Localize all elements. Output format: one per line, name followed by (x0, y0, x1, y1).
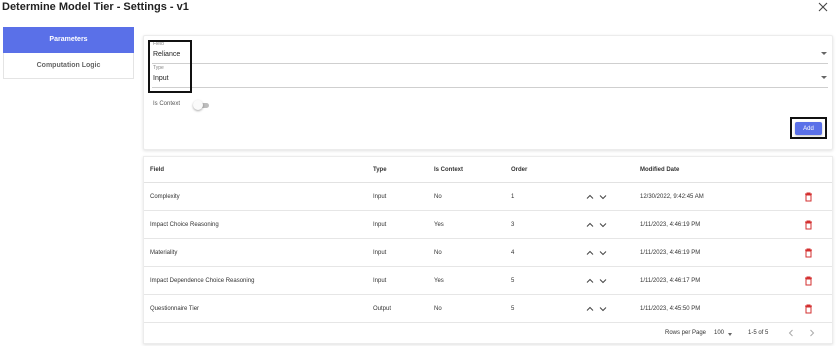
table-row: Impact Choice Reasoning Input Yes 3 1/11… (144, 211, 832, 239)
parameter-form: Field Reliance Type Input Is Context Add (143, 35, 833, 150)
trash-icon[interactable] (804, 192, 813, 202)
chevron-left-icon[interactable] (787, 329, 795, 337)
chevron-down-icon[interactable] (599, 277, 607, 285)
close-icon[interactable] (816, 0, 830, 14)
column-header-order: Order (511, 167, 528, 173)
pagination-range: 1-5 of 5 (748, 330, 769, 336)
annotation-highlight-box: Add (790, 117, 827, 139)
tab-computation-logic[interactable]: Computation Logic (3, 53, 134, 79)
trash-icon[interactable] (804, 220, 813, 230)
chevron-up-icon[interactable] (586, 193, 594, 201)
cell-type: Output (373, 306, 392, 312)
cell-modified-date: 1/11/2023, 4:46:19 PM (640, 250, 701, 256)
chevron-down-icon[interactable] (599, 221, 607, 229)
chevron-up-icon[interactable] (586, 221, 594, 229)
table-row: Impact Dependence Choice Reasoning Input… (144, 267, 832, 295)
trash-icon[interactable] (804, 248, 813, 258)
annotation-highlight-box (148, 40, 192, 93)
chevron-down-icon[interactable] (599, 193, 607, 201)
cell-field: Materiality (150, 250, 178, 256)
add-button[interactable]: Add (795, 122, 822, 135)
cell-modified-date: 12/30/2022, 9:42:45 AM (640, 194, 704, 200)
chevron-up-icon[interactable] (586, 249, 594, 257)
cell-is-context: No (434, 194, 442, 200)
trash-icon[interactable] (804, 276, 813, 286)
dropdown-arrow-icon[interactable] (821, 76, 827, 79)
cell-order: 3 (511, 222, 515, 228)
cell-is-context: No (434, 250, 442, 256)
chevron-up-icon[interactable] (586, 277, 594, 285)
cell-field: Impact Choice Reasoning (150, 222, 219, 228)
cell-order: 4 (511, 250, 515, 256)
column-header-type: Type (373, 167, 387, 173)
cell-is-context: Yes (434, 278, 444, 284)
table-row: Materiality Input No 4 1/11/2023, 4:46:1… (144, 239, 832, 267)
table-pagination: Rows per Page 100 1-5 of 5 (144, 323, 832, 343)
cell-type: Input (373, 250, 387, 256)
rows-per-page-select[interactable]: 100 (714, 330, 724, 336)
chevron-up-icon[interactable] (586, 305, 594, 313)
cell-type: Input (373, 194, 387, 200)
cell-field: Impact Dependence Choice Reasoning (150, 278, 255, 284)
is-context-toggle[interactable] (193, 100, 211, 110)
cell-order: 1 (511, 194, 515, 200)
window-title: Determine Model Tier - Settings - v1 (2, 1, 189, 13)
rows-per-page-label: Rows per Page (665, 330, 707, 336)
title-bar: Determine Model Tier - Settings - v1 (0, 0, 838, 16)
cell-modified-date: 1/11/2023, 4:46:17 PM (640, 278, 701, 284)
dropdown-arrow-icon[interactable] (821, 52, 827, 55)
trash-icon[interactable] (804, 304, 813, 314)
table-row: Complexity Input No 1 12/30/2022, 9:42:4… (144, 183, 832, 211)
field-select[interactable]: Field Reliance (152, 40, 828, 64)
cell-modified-date: 1/11/2023, 4:45:50 PM (640, 306, 701, 312)
type-select[interactable]: Type Input (152, 64, 828, 88)
dropdown-arrow-icon[interactable] (728, 333, 732, 336)
chevron-down-icon[interactable] (599, 249, 607, 257)
is-context-label: Is Context (153, 101, 181, 107)
cell-type: Input (373, 278, 387, 284)
cell-is-context: No (434, 306, 442, 312)
column-header-is-context: Is Context (434, 167, 464, 173)
cell-modified-date: 1/11/2023, 4:46:19 PM (640, 222, 701, 228)
cell-field: Complexity (150, 194, 180, 200)
cell-type: Input (373, 222, 387, 228)
tab-parameters[interactable]: Parameters (3, 27, 134, 53)
cell-order: 5 (511, 306, 515, 312)
cell-order: 5 (511, 278, 515, 284)
chevron-down-icon[interactable] (599, 305, 607, 313)
cell-field: Questionnaire Tier (150, 306, 200, 312)
toggle-thumb (193, 100, 203, 110)
table-row: Questionnaire Tier Output No 5 1/11/2023… (144, 295, 832, 323)
table-header: Field Type Is Context Order Modified Dat… (144, 157, 832, 183)
sidebar-nav: Parameters Computation Logic (3, 27, 134, 79)
column-header-modified-date: Modified Date (640, 167, 680, 173)
chevron-right-icon[interactable] (808, 329, 816, 337)
column-header-field: Field (150, 167, 165, 173)
cell-is-context: Yes (434, 222, 444, 228)
parameters-table: Field Type Is Context Order Modified Dat… (143, 156, 833, 344)
